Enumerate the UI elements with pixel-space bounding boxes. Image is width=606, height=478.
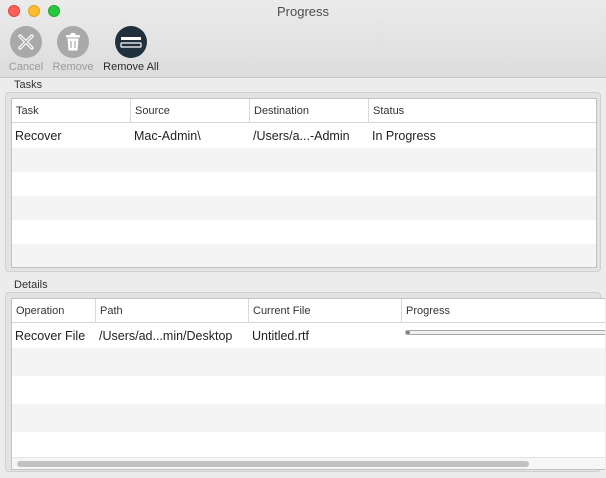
progress-window: Progress Cancel Remove Remove All Tasks … bbox=[0, 0, 606, 478]
empty-row bbox=[12, 404, 605, 432]
scrollbar-thumb[interactable] bbox=[17, 461, 529, 467]
empty-row bbox=[12, 220, 596, 244]
empty-row bbox=[12, 244, 596, 267]
progress-bar bbox=[405, 330, 605, 335]
source-cell: Mac-Admin\ bbox=[134, 129, 201, 143]
column-header-task[interactable]: Task bbox=[12, 99, 131, 123]
empty-row bbox=[12, 172, 596, 196]
title-bar: Progress Cancel Remove Remove All bbox=[0, 0, 606, 78]
destination-cell: /Users/a...-Admin bbox=[253, 129, 350, 143]
column-header-destination[interactable]: Destination bbox=[250, 99, 369, 123]
operation-cell: Recover File bbox=[15, 329, 86, 343]
remove-label: Remove bbox=[52, 61, 94, 73]
empty-row bbox=[12, 196, 596, 220]
cancel-icon bbox=[10, 26, 42, 58]
column-header-path[interactable]: Path bbox=[96, 299, 249, 323]
details-table-header: Operation Path Current File Progress bbox=[12, 299, 605, 323]
status-cell: In Progress bbox=[372, 129, 436, 143]
remove-all-label: Remove All bbox=[103, 61, 159, 73]
column-header-operation[interactable]: Operation bbox=[12, 299, 96, 323]
cancel-label: Cancel bbox=[8, 61, 44, 73]
tasks-section-label: Tasks bbox=[14, 79, 43, 91]
column-header-progress[interactable]: Progress bbox=[402, 299, 605, 323]
trash-icon bbox=[57, 26, 89, 58]
empty-row bbox=[12, 376, 605, 404]
path-cell: /Users/ad...min/Desktop bbox=[99, 329, 233, 343]
details-table: Operation Path Current File Progress Rec… bbox=[11, 298, 605, 470]
column-header-current-file[interactable]: Current File bbox=[249, 299, 402, 323]
progress-bar-fill bbox=[406, 331, 411, 334]
task-cell: Recover bbox=[15, 129, 62, 143]
remove-all-button[interactable]: Remove All bbox=[100, 26, 162, 74]
current-file-cell: Untitled.rtf bbox=[252, 329, 309, 343]
remove-all-icon bbox=[115, 26, 147, 58]
details-group: Operation Path Current File Progress Rec… bbox=[5, 292, 605, 472]
table-row[interactable]: Recover Mac-Admin\ /Users/a...-Admin In … bbox=[12, 124, 596, 148]
table-row[interactable]: Recover File /Users/ad...min/Desktop Unt… bbox=[12, 324, 605, 348]
details-section-label: Details bbox=[14, 279, 48, 291]
remove-button[interactable]: Remove bbox=[51, 26, 95, 74]
horizontal-scrollbar[interactable] bbox=[12, 457, 605, 469]
cancel-button[interactable]: Cancel bbox=[6, 26, 46, 74]
window-title: Progress bbox=[276, 4, 330, 19]
tasks-table-header: Task Source Destination Status bbox=[12, 99, 596, 123]
column-header-status[interactable]: Status bbox=[369, 99, 596, 123]
tasks-table: Task Source Destination Status Recover M… bbox=[11, 98, 597, 268]
empty-row bbox=[12, 348, 605, 376]
tasks-group: Task Source Destination Status Recover M… bbox=[5, 92, 601, 272]
column-header-source[interactable]: Source bbox=[131, 99, 250, 123]
empty-row bbox=[12, 148, 596, 172]
empty-row bbox=[12, 432, 605, 460]
